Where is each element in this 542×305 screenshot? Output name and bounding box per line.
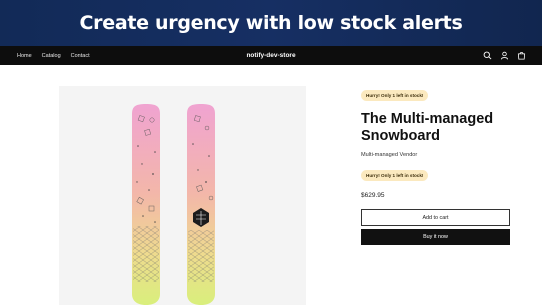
product-price: $629.95: [361, 192, 385, 199]
snowboard-left: [132, 104, 160, 305]
product-title: The Multi-managed Snowboard: [361, 111, 511, 145]
header-icons: [483, 46, 526, 65]
snowboard-right: [187, 104, 215, 305]
store-header: Home Catalog Contact notify-dev-store: [0, 46, 542, 65]
nav-link-catalog[interactable]: Catalog: [42, 53, 61, 59]
account-icon[interactable]: [500, 51, 509, 60]
search-icon[interactable]: [483, 51, 492, 60]
product-vendor: Multi-managed Vendor: [361, 152, 418, 158]
low-stock-badge: Hurry! Only 1 left in stock!: [361, 90, 429, 101]
snowboard-illustration: [132, 104, 215, 305]
main-nav: Home Catalog Contact: [17, 46, 100, 65]
product-image[interactable]: [59, 86, 306, 305]
product-title-line-1: The Multi-managed: [361, 111, 494, 127]
product-title-line-2: Snowboard: [361, 128, 440, 144]
low-stock-badge-secondary: Hurry! Only 1 left in stock!: [361, 170, 429, 181]
product-page: Hurry! Only 1 left in stock! The Multi-m…: [0, 65, 542, 305]
store-name[interactable]: notify-dev-store: [246, 52, 295, 59]
buy-now-button[interactable]: Buy it now: [361, 229, 510, 245]
add-to-cart-button[interactable]: Add to cart: [361, 209, 510, 226]
cart-icon[interactable]: [517, 51, 526, 60]
banner-title: Create urgency with low stock alerts: [79, 12, 463, 34]
nav-link-contact[interactable]: Contact: [71, 53, 90, 59]
nav-link-home[interactable]: Home: [17, 53, 32, 59]
promo-banner: Create urgency with low stock alerts: [0, 0, 542, 46]
